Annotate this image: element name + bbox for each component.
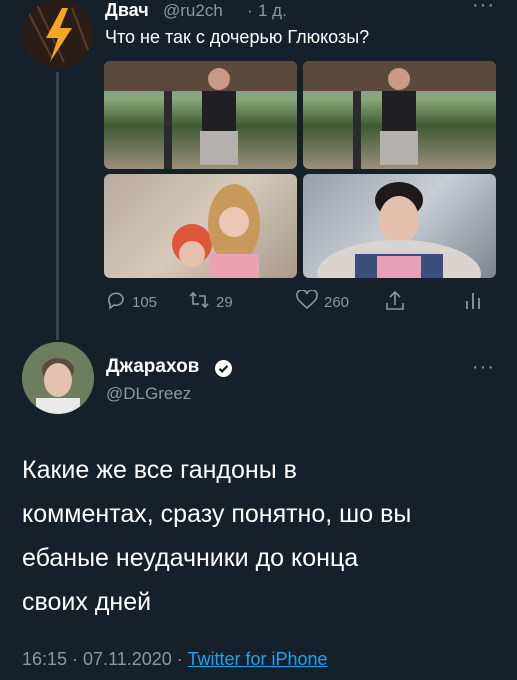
author-handle[interactable]: @ru2ch <box>163 1 223 21</box>
avatar[interactable] <box>22 0 94 68</box>
tweet-text-line: Какие же все гандоны в <box>22 456 297 484</box>
more-icon[interactable]: ··· <box>472 0 495 17</box>
tweet-text-line: своих дней <box>22 588 152 616</box>
like-count: 260 <box>324 293 350 311</box>
author-handle[interactable]: @DLGreez <box>106 384 191 404</box>
author-name[interactable]: Двач <box>105 0 149 21</box>
analytics-icon <box>464 290 482 314</box>
reply-count: 105 <box>132 293 158 311</box>
tweet-text-line: ебаные неудачники до конца <box>22 544 359 572</box>
share-button[interactable] <box>384 290 406 316</box>
tweet-photo-2[interactable] <box>303 61 496 169</box>
retweet-icon <box>188 290 210 314</box>
reply-button[interactable]: 105 <box>106 290 157 314</box>
tweet-time[interactable]: 1 д. <box>258 1 287 21</box>
source-link[interactable]: Twitter for iPhone <box>187 649 327 669</box>
tweet-photo-3[interactable] <box>104 174 297 278</box>
tweet-text-line: комментах, сразу понятно, шо вы <box>22 500 412 528</box>
heart-icon <box>296 289 318 314</box>
retweet-count: 29 <box>216 293 233 311</box>
tweet-photo-4[interactable] <box>303 174 496 278</box>
analytics-button[interactable] <box>464 290 482 314</box>
tweet-photo-1[interactable] <box>104 61 297 169</box>
separator: · <box>247 1 253 20</box>
share-icon <box>384 290 406 316</box>
timestamp[interactable]: 16:15 · 07.11.2020 · <box>22 649 187 669</box>
author-name[interactable]: Джарахов <box>106 356 199 378</box>
tweet-meta: 16:15 · 07.11.2020 · Twitter for iPhone <box>22 649 328 670</box>
retweet-button[interactable]: 29 <box>188 290 233 314</box>
more-icon[interactable]: ··· <box>472 356 495 379</box>
tweet-text: Что не так с дочерью Глюкозы? <box>105 27 370 47</box>
avatar[interactable] <box>22 342 94 414</box>
thread-line <box>56 72 59 340</box>
like-button[interactable]: 260 <box>296 289 350 314</box>
verified-badge-icon <box>215 360 232 377</box>
tweet-text: Какие же все гандоны в комментах, сразу … <box>22 448 502 624</box>
reply-icon <box>106 290 126 314</box>
